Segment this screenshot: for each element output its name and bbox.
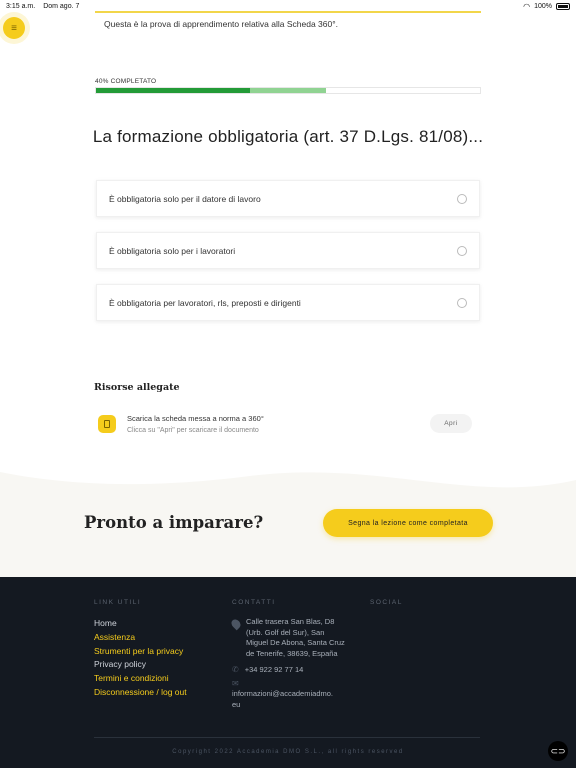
progress-fill — [96, 88, 250, 93]
footer-link-privacy-policy[interactable]: Privacy policy — [94, 658, 187, 672]
contact-address: Calle trasera San Blas, D8 (Urb. Golf de… — [246, 617, 345, 658]
radio-button[interactable] — [457, 245, 467, 256]
answer-option-1[interactable]: È obbligatoria solo per il datore di lav… — [96, 180, 480, 217]
open-resource-button[interactable]: Apri — [430, 414, 472, 433]
intro-text: Questa è la prova di apprendimento relat… — [104, 19, 338, 29]
social-heading: SOCIAL — [370, 599, 403, 606]
resource-name: Scarica la scheda messa a norma a 360° — [127, 414, 264, 423]
page: 3:15 a.m. Dom ago. 7 ◠ 100% ≡ Questa è l… — [0, 0, 576, 768]
contact-block: Calle trasera San Blas, D8 (Urb. Golf de… — [229, 617, 346, 710]
footer-links: Home Assistenza Strumenti per la privacy… — [94, 617, 187, 700]
radio-button[interactable] — [457, 297, 467, 308]
footer-link-terms[interactable]: Termini e condizioni — [94, 672, 187, 686]
answer-option-label: È obbligatoria solo per il datore di lav… — [109, 193, 261, 204]
answer-option-2[interactable]: È obbligatoria solo per i lavoratori — [96, 232, 480, 269]
document-icon — [98, 415, 116, 433]
battery-percent: 100% — [534, 2, 552, 10]
footer-link-assistenza[interactable]: Assistenza — [94, 631, 187, 645]
footer-link-privacy-tools[interactable]: Strumenti per la privacy — [94, 645, 187, 659]
progress-bar — [95, 87, 481, 94]
footer: LINK UTILI CONTATTI SOCIAL Home Assisten… — [0, 577, 576, 768]
link-icon: ⊂⊃ — [550, 745, 566, 756]
answer-option-label: È obbligatoria per lavoratori, rls, prep… — [109, 297, 301, 308]
contacts-heading: CONTATTI — [232, 599, 276, 606]
menu-icon: ≡ — [11, 22, 17, 34]
menu-button[interactable]: ≡ — [3, 17, 25, 39]
phone-icon: ✆ — [232, 665, 239, 674]
resources-title: Risorse allegate — [94, 382, 180, 393]
footer-link-home[interactable]: Home — [94, 617, 187, 631]
progress-secondary-fill — [249, 88, 327, 93]
wifi-icon: ◠ — [523, 1, 531, 11]
copyright: Copyright 2022 Accademia DMO S.L., all r… — [172, 749, 404, 755]
mail-icon: ✉ — [232, 678, 239, 688]
contact-phone[interactable]: +34 922 92 77 14 — [245, 665, 304, 676]
radio-button[interactable] — [457, 193, 467, 204]
links-heading: LINK UTILI — [94, 599, 142, 606]
battery-icon — [556, 2, 570, 10]
mark-complete-button[interactable]: Segna la lezione come completata — [323, 509, 493, 537]
question-title: La formazione obbligatoria (art. 37 D.Lg… — [92, 127, 484, 146]
progress-label: 40% COMPLETATO — [95, 78, 157, 85]
answer-option-label: È obbligatoria solo per i lavoratori — [109, 245, 236, 256]
status-bar: 3:15 a.m. Dom ago. 7 ◠ 100% — [0, 0, 576, 12]
location-pin-icon — [229, 617, 243, 631]
contact-email[interactable]: informazioni@accademiadmo. eu — [232, 689, 346, 710]
cta-title: Pronto a imparare? — [84, 513, 264, 532]
contact-email-line-2: eu — [232, 699, 241, 709]
answer-option-3[interactable]: È obbligatoria per lavoratori, rls, prep… — [96, 284, 480, 321]
contact-email-line-1: informazioni@accademiadmo. — [232, 689, 333, 698]
resource-hint: Clicca su "Apri" per scaricare il docume… — [127, 427, 259, 434]
status-time: 3:15 a.m. — [6, 2, 36, 10]
footer-link-logout[interactable]: Disconnessione / log out — [94, 686, 187, 700]
link-button[interactable]: ⊂⊃ — [548, 741, 568, 761]
status-date: Dom ago. 7 — [43, 2, 80, 10]
wave-decoration — [0, 462, 576, 488]
footer-divider — [94, 737, 480, 738]
